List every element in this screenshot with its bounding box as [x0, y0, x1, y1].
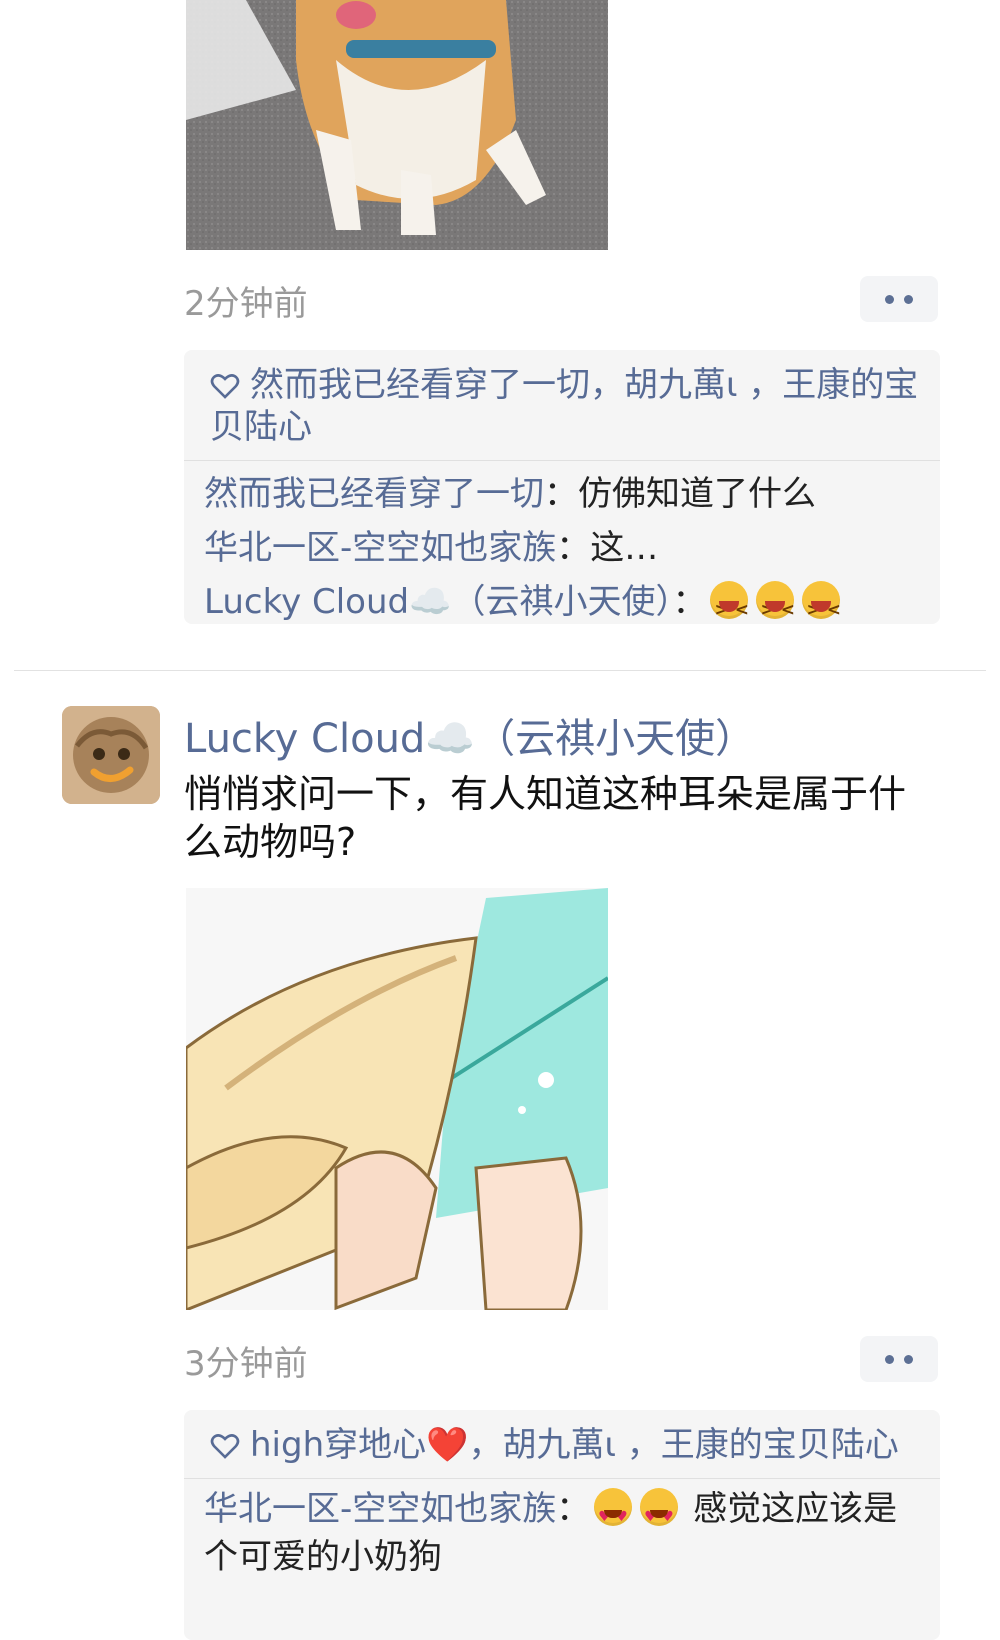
- corgi-photo: [186, 0, 608, 250]
- comment-item[interactable]: 华北一区-空空如也家族： 感觉这应该是个可爱的小奶狗: [204, 1485, 920, 1581]
- post-image-ear[interactable]: [186, 888, 608, 1310]
- more-actions-button[interactable]: [860, 1336, 938, 1382]
- heart-icon: [210, 1434, 240, 1459]
- laughing-tears-emoji: [756, 581, 801, 637]
- dot-icon: [904, 1354, 913, 1364]
- post-text: 悄悄求问一下，有人知道这种耳朵是属于什么动物吗?: [184, 772, 907, 864]
- more-actions-button[interactable]: [860, 276, 938, 322]
- interaction-panel: 然而我已经看穿了一切，胡九萬ι ，王康的宝贝陆心 然而我已经看穿了一切：仿佛知道…: [184, 350, 940, 637]
- comment-author[interactable]: 华北一区-空空如也家族: [204, 1489, 556, 1529]
- post-author-name[interactable]: Lucky Cloud☁️（云祺小天使）: [184, 706, 755, 764]
- post-timestamp: 2分钟前: [184, 284, 308, 324]
- laughing-tears-emoji: [802, 581, 847, 637]
- heart-icon: [210, 374, 240, 399]
- dot-icon: [885, 294, 894, 304]
- comment-list: 然而我已经看穿了一切：仿佛知道了什么 华北一区-空空如也家族：这… Lucky …: [184, 461, 940, 639]
- dot-icon: [885, 1354, 894, 1364]
- avatar-image: [62, 706, 160, 804]
- heart-eyes-emoji: [594, 1488, 633, 1541]
- comment-author[interactable]: Lucky Cloud☁️（云祺小天使）: [204, 582, 672, 622]
- comment-item[interactable]: Lucky Cloud☁️（云祺小天使）：: [204, 575, 920, 637]
- post-timestamp: 3分钟前: [184, 1344, 308, 1384]
- laughing-tears-emoji: [710, 581, 755, 637]
- comment-text: 这…: [590, 528, 659, 568]
- comment-author[interactable]: 然而我已经看穿了一切: [204, 474, 544, 514]
- ear-illustration: [186, 888, 608, 1310]
- feed-divider: [14, 670, 986, 671]
- avatar[interactable]: [62, 706, 160, 804]
- interaction-panel: high穿地心❤️，胡九萬ι ，王康的宝贝陆心 华北一区-空空如也家族： 感觉这…: [184, 1410, 940, 1640]
- likes-names[interactable]: 然而我已经看穿了一切，胡九萬ι ，王康的宝贝陆心: [210, 365, 918, 447]
- comment-text: 仿佛知道了什么: [578, 474, 816, 514]
- likes-names[interactable]: high穿地心❤️，胡九萬ι ，王康的宝贝陆心: [250, 1425, 899, 1465]
- likes-row: high穿地心❤️，胡九萬ι ，王康的宝贝陆心: [184, 1410, 940, 1478]
- comment-item[interactable]: 华北一区-空空如也家族：这…: [204, 521, 920, 575]
- likes-row: 然而我已经看穿了一切，胡九萬ι ，王康的宝贝陆心: [184, 350, 940, 460]
- heart-eyes-emoji: [640, 1488, 679, 1541]
- comment-list: 华北一区-空空如也家族： 感觉这应该是个可爱的小奶狗: [184, 1479, 940, 1591]
- post-image-corgi[interactable]: [186, 0, 608, 250]
- comment-author[interactable]: 华北一区-空空如也家族: [204, 528, 556, 568]
- dot-icon: [904, 294, 913, 304]
- comment-item[interactable]: 然而我已经看穿了一切：仿佛知道了什么: [204, 467, 920, 521]
